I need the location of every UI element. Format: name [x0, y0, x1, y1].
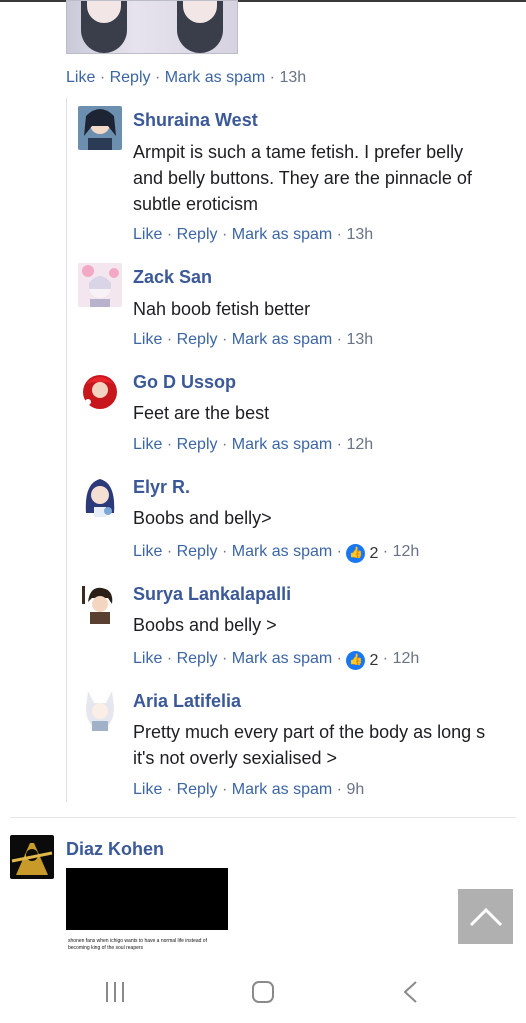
back-icon	[403, 980, 417, 1003]
comment-timestamp: 13h	[346, 331, 374, 348]
image-caption: shonen fans when ichigo wants to have a …	[66, 930, 228, 958]
avatar[interactable]	[78, 580, 122, 624]
recent-apps-button[interactable]	[75, 960, 155, 1023]
comment-actions: Like · Reply · Mark as spam · 12h	[133, 436, 374, 453]
like-link[interactable]: Like	[133, 543, 162, 560]
reply-link[interactable]: Reply	[177, 226, 218, 243]
thumbs-up-icon: 👍	[346, 544, 366, 563]
home-icon	[252, 980, 274, 1003]
mark-as-spam-link[interactable]: Mark as spam	[232, 650, 332, 667]
commenter-name[interactable]: Elyr R.	[133, 476, 190, 498]
commenter-name[interactable]: Surya Lankalapalli	[133, 583, 291, 605]
comment-actions: Like · Reply · Mark as spam · 9h	[133, 781, 365, 798]
like-link[interactable]: Like	[133, 331, 162, 348]
reply-link[interactable]: Reply	[110, 69, 151, 86]
comment-text: Boobs and belly >	[133, 615, 277, 635]
comment-divider	[10, 817, 516, 818]
commenter-name[interactable]: Diaz Kohen	[66, 838, 164, 860]
comment-actions: Like · Reply · Mark as spam · 13h	[66, 69, 307, 86]
avatar[interactable]	[78, 263, 122, 307]
comment-timestamp: 9h	[346, 781, 365, 798]
mark-as-spam-link[interactable]: Mark as spam	[165, 69, 265, 86]
avatar[interactable]	[78, 687, 122, 731]
post-image[interactable]	[66, 0, 238, 54]
reply-link[interactable]: Reply	[177, 436, 218, 453]
reply-link[interactable]: Reply	[177, 650, 218, 667]
like-link[interactable]: Like	[133, 781, 162, 798]
avatar[interactable]	[78, 368, 122, 412]
mark-as-spam-link[interactable]: Mark as spam	[232, 226, 332, 243]
reaction-count[interactable]: 👍 2	[346, 544, 378, 564]
comment-timestamp: 12h	[346, 436, 374, 453]
comment-image[interactable]: shonen fans when ichigo wants to have a …	[66, 868, 228, 958]
comment-text: Pretty much every part of the body as lo…	[133, 722, 486, 768]
comment-text: Nah boob fetish better	[133, 299, 311, 319]
like-link[interactable]: Like	[133, 650, 162, 667]
avatar[interactable]	[78, 473, 122, 517]
comment-actions: Like · Reply · Mark as spam · 👍 2 · 12h	[133, 543, 420, 564]
reply-thread-line	[66, 98, 67, 802]
comment-timestamp: 13h	[346, 226, 374, 243]
chevron-up-icon	[469, 907, 502, 926]
mark-as-spam-link[interactable]: Mark as spam	[232, 331, 332, 348]
commenter-name[interactable]: Shuraina West	[133, 109, 258, 131]
comment-timestamp: 12h	[392, 650, 420, 667]
like-link[interactable]: Like	[66, 69, 95, 86]
mark-as-spam-link[interactable]: Mark as spam	[232, 436, 332, 453]
like-link[interactable]: Like	[133, 436, 162, 453]
reply-link[interactable]: Reply	[177, 331, 218, 348]
avatar[interactable]	[78, 106, 122, 150]
comment-actions: Like · Reply · Mark as spam · 13h	[133, 226, 374, 243]
mark-as-spam-link[interactable]: Mark as spam	[232, 781, 332, 798]
like-link[interactable]: Like	[133, 226, 162, 243]
comment-text: Boobs and belly>	[133, 508, 272, 528]
comment-timestamp: 13h	[279, 69, 307, 86]
reaction-count[interactable]: 👍 2	[346, 651, 378, 671]
commenter-name[interactable]: Zack San	[133, 266, 212, 288]
home-button[interactable]	[223, 960, 303, 1023]
reply-link[interactable]: Reply	[177, 543, 218, 560]
comment-text: Armpit is such a tame fetish. I prefer b…	[133, 142, 472, 214]
commenter-name[interactable]: Aria Latifelia	[133, 690, 241, 712]
back-button[interactable]	[370, 960, 450, 1023]
thumbs-up-icon: 👍	[346, 651, 366, 670]
comment-timestamp: 12h	[392, 543, 420, 560]
system-navigation-bar	[0, 960, 526, 1023]
mark-as-spam-link[interactable]: Mark as spam	[232, 543, 332, 560]
comment-actions: Like · Reply · Mark as spam · 👍 2 · 12h	[133, 650, 420, 671]
reply-link[interactable]: Reply	[177, 781, 218, 798]
avatar[interactable]	[10, 835, 54, 879]
recent-apps-icon	[106, 981, 124, 1002]
comment-text: Feet are the best	[133, 403, 270, 423]
comment-actions: Like · Reply · Mark as spam · 13h	[133, 331, 374, 348]
commenter-name[interactable]: Go D Ussop	[133, 371, 236, 393]
scroll-to-top-button[interactable]	[458, 889, 513, 944]
